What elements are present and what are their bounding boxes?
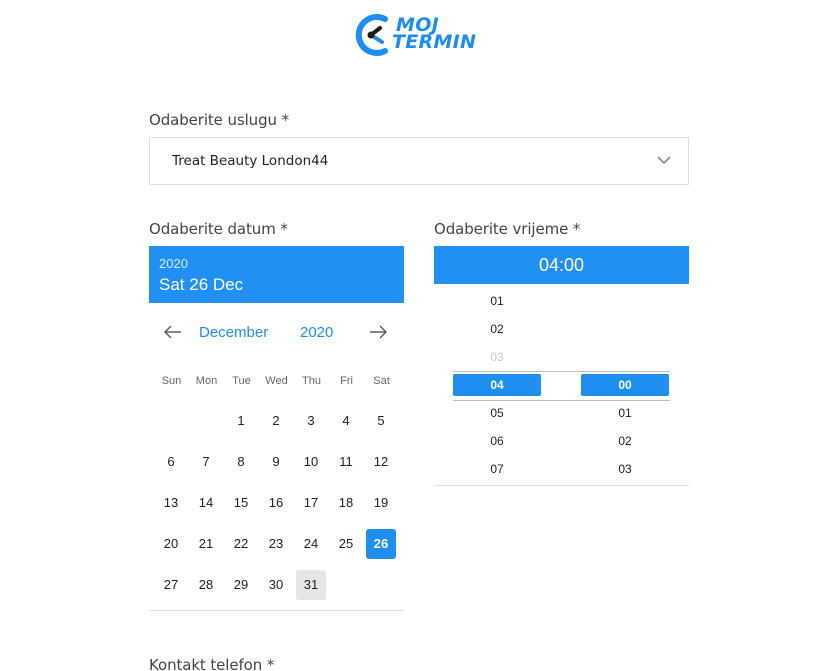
calendar-day-3[interactable]: 3: [296, 406, 326, 436]
calendar-day-16[interactable]: 16: [261, 488, 291, 518]
hour-option-01[interactable]: 01: [453, 290, 541, 312]
calendar-day-24[interactable]: 24: [296, 529, 326, 559]
calendar-day-15[interactable]: 15: [226, 488, 256, 518]
time-picker-header: 04:00: [434, 246, 689, 284]
logo-text-termin: TERMIN: [392, 31, 477, 53]
service-label: Odaberite uslugu *: [149, 111, 289, 129]
date-label: Odaberite datum *: [149, 220, 288, 238]
calendar-year[interactable]: 2020: [300, 324, 333, 341]
hour-option-05[interactable]: 05: [453, 402, 541, 424]
calendar-day-18[interactable]: 18: [331, 488, 361, 518]
weekday-fri: Fri: [340, 375, 353, 387]
hour-option-03[interactable]: 03: [453, 346, 541, 368]
calendar-day-19[interactable]: 19: [366, 488, 396, 518]
weekday-sat: Sat: [373, 375, 390, 387]
weekday-mon: Mon: [195, 375, 218, 387]
arrow-right-icon[interactable]: [367, 322, 389, 342]
minute-option-01[interactable]: 01: [581, 402, 669, 424]
calendar-day-5[interactable]: 5: [366, 406, 396, 436]
calendar-day-14[interactable]: 14: [191, 488, 221, 518]
calendar-day-11[interactable]: 11: [331, 447, 361, 477]
calendar-day-28[interactable]: 28: [191, 570, 221, 600]
weekday-tue: Tue: [232, 375, 251, 387]
hour-option-02[interactable]: 02: [453, 318, 541, 340]
minute-option-00[interactable]: 00: [581, 374, 669, 396]
brand-logo: MOJ TERMIN: [352, 11, 492, 59]
arrow-left-icon[interactable]: [162, 322, 184, 342]
hour-option-07[interactable]: 07: [453, 458, 541, 480]
weekday-sun: Sun: [161, 375, 182, 387]
calendar-month[interactable]: December: [199, 324, 268, 341]
calendar-divider: [149, 610, 404, 611]
date-header-full: Sat 26 Dec: [159, 275, 244, 294]
calendar-day-20[interactable]: 20: [156, 529, 186, 559]
calendar-day-7[interactable]: 7: [191, 447, 221, 477]
time-label: Odaberite vrijeme *: [434, 220, 581, 238]
calendar-day-21[interactable]: 21: [191, 529, 221, 559]
hour-option-06[interactable]: 06: [453, 430, 541, 452]
weekday-thu: Thu: [302, 375, 321, 387]
calendar-day-29[interactable]: 29: [226, 570, 256, 600]
calendar-day-4[interactable]: 4: [331, 406, 361, 436]
calendar-day-22[interactable]: 22: [226, 529, 256, 559]
calendar-day-27[interactable]: 27: [156, 570, 186, 600]
hour-option-04[interactable]: 04: [453, 374, 541, 396]
calendar-day-30[interactable]: 30: [261, 570, 291, 600]
calendar-day-6[interactable]: 6: [156, 447, 186, 477]
calendar-day-25[interactable]: 25: [331, 529, 361, 559]
clock-logo-icon: [355, 14, 388, 56]
calendar-day-10[interactable]: 10: [296, 447, 326, 477]
date-picker-header: 2020 Sat 26 Dec: [149, 246, 404, 303]
calendar-day-17[interactable]: 17: [296, 488, 326, 518]
time-select-line-bottom: [453, 400, 670, 401]
calendar-day-26[interactable]: 26: [366, 529, 396, 559]
service-select[interactable]: Treat Beauty London44: [149, 137, 689, 185]
minute-option-03[interactable]: 03: [581, 458, 669, 480]
time-select-line-top: [453, 371, 670, 372]
calendar-day-12[interactable]: 12: [366, 447, 396, 477]
calendar-day-8[interactable]: 8: [226, 447, 256, 477]
chevron-down-icon: [657, 156, 671, 165]
contact-phone-label: Kontakt telefon *: [149, 656, 275, 671]
calendar-day-23[interactable]: 23: [261, 529, 291, 559]
weekday-wed: Wed: [265, 375, 288, 387]
date-header-year[interactable]: 2020: [159, 256, 188, 271]
calendar-day-1[interactable]: 1: [226, 406, 256, 436]
minute-option-02[interactable]: 02: [581, 430, 669, 452]
service-value: Treat Beauty London44: [172, 153, 329, 169]
calendar-day-13[interactable]: 13: [156, 488, 186, 518]
time-divider: [434, 485, 689, 486]
calendar-day-31[interactable]: 31: [296, 570, 326, 600]
calendar-day-9[interactable]: 9: [261, 447, 291, 477]
calendar-day-2[interactable]: 2: [261, 406, 291, 436]
